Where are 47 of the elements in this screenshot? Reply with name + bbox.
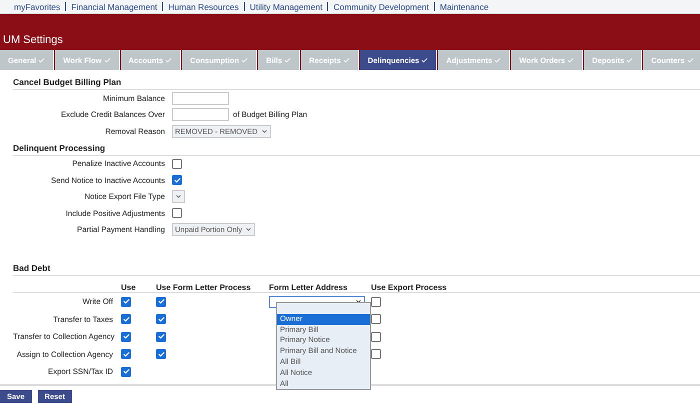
checkbox[interactable] <box>156 332 166 342</box>
checkbox[interactable] <box>121 332 131 342</box>
chevron-down-icon <box>175 193 182 200</box>
nav-link[interactable]: Utility Management <box>250 2 322 12</box>
check-icon <box>686 56 694 64</box>
check-icon <box>342 56 350 64</box>
nav-link[interactable]: myFavorites <box>14 2 60 12</box>
checkbox[interactable] <box>121 349 131 360</box>
checkbox[interactable] <box>121 366 131 377</box>
input-field[interactable] <box>172 108 229 122</box>
nav-link[interactable]: Human Resources <box>168 2 239 12</box>
checkbox[interactable] <box>371 349 381 360</box>
column-header: Form Letter Address <box>269 283 348 292</box>
column-header: Use Form Letter Process <box>156 283 252 292</box>
checkbox[interactable] <box>156 296 166 307</box>
input-field[interactable] <box>172 92 229 105</box>
nav-link[interactable]: Community Development <box>333 2 429 12</box>
section-title: Bad Debt <box>13 260 700 276</box>
check-icon <box>38 56 46 64</box>
check-icon <box>421 56 428 64</box>
nav-link[interactable]: Financial Management <box>71 2 158 12</box>
checkbox[interactable] <box>371 332 381 342</box>
checkbox[interactable] <box>121 314 131 324</box>
checkbox[interactable] <box>156 349 166 360</box>
section-title: Cancel Budget Billing Plan <box>13 74 700 90</box>
checkbox[interactable] <box>371 314 381 324</box>
select-field[interactable] <box>172 190 185 204</box>
checkbox[interactable] <box>172 208 182 218</box>
checkbox[interactable] <box>371 296 381 307</box>
column-header: Use Export Process <box>371 283 448 292</box>
check-icon <box>567 56 574 64</box>
check-icon <box>241 56 248 64</box>
section-title: Delinquent Processing <box>13 140 700 156</box>
checkbox[interactable] <box>172 158 182 169</box>
check-icon <box>284 56 292 64</box>
nav-link[interactable]: Maintenance <box>440 2 489 12</box>
check-icon <box>165 56 172 64</box>
column-header: Use <box>121 283 137 292</box>
checkbox[interactable] <box>121 296 131 307</box>
page-title: UM Settings <box>3 34 63 46</box>
check-icon <box>104 56 111 64</box>
check-icon <box>626 56 634 64</box>
chevron-down-icon <box>245 226 252 234</box>
checkbox[interactable] <box>172 175 182 186</box>
check-icon <box>494 56 502 64</box>
chevron-down-icon <box>260 128 268 135</box>
checkbox[interactable] <box>156 314 166 324</box>
